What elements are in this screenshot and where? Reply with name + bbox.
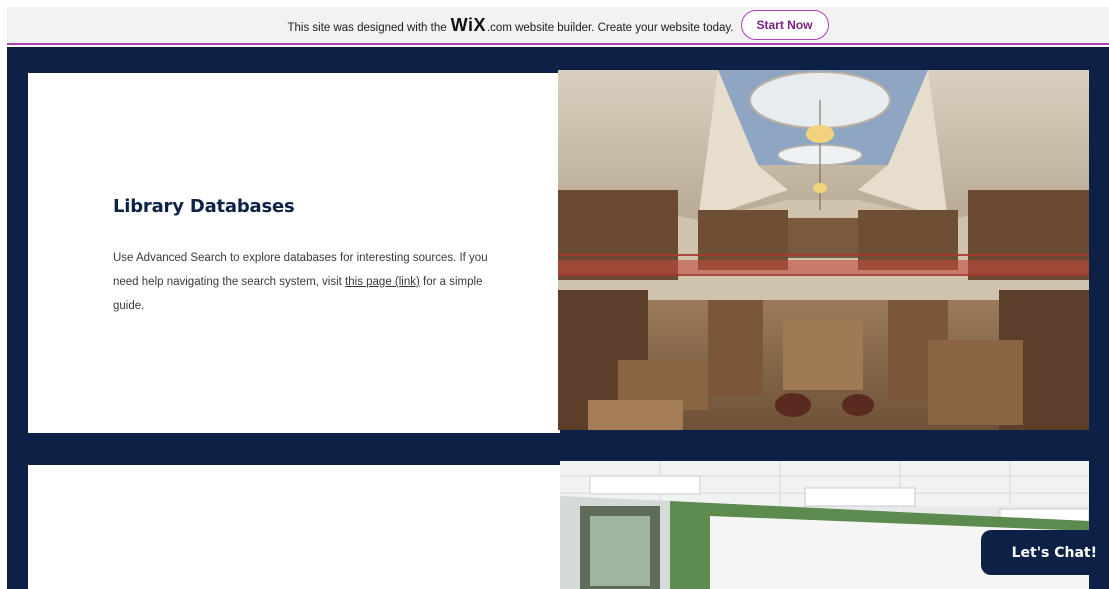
section-title: Library Databases [113,196,295,217]
page-left-edge [0,0,7,589]
wix-banner-text-after: .com website builder. Create your websit… [486,21,734,34]
wix-logo: WiX [450,14,486,35]
section-body: Use Advanced Search to explore databases… [113,246,493,318]
wix-banner-text: This site was designed with the WiX .com… [287,15,733,36]
library-interior-photo [558,70,1089,430]
start-now-button[interactable]: Start Now [740,10,829,40]
lets-chat-button[interactable]: Let's Chat! [981,530,1109,575]
next-section-card [28,465,560,589]
guide-link[interactable]: this page (link) [345,276,420,288]
wix-ad-banner: This site was designed with the WiX .com… [7,7,1109,45]
wix-banner-text-before: This site was designed with the [287,21,447,34]
